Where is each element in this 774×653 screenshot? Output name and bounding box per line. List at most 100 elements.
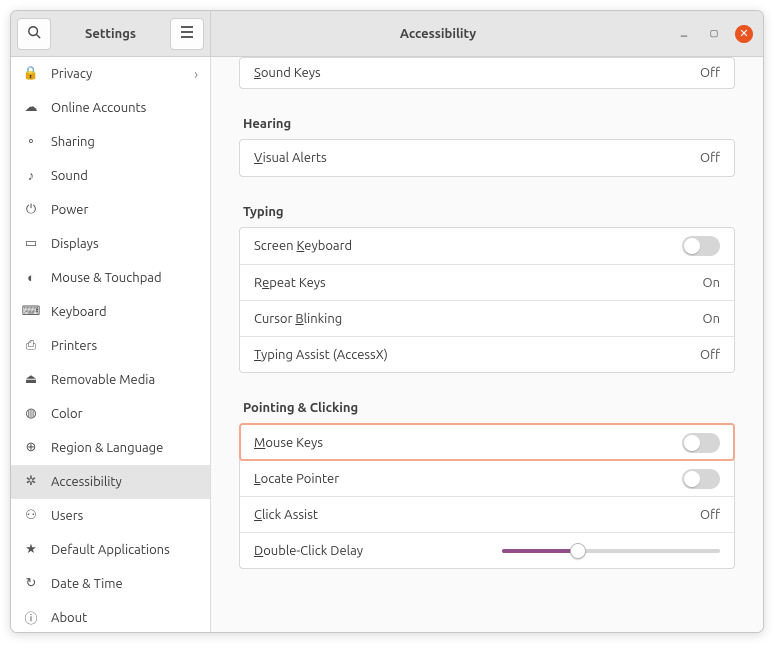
sidebar-item-label: Keyboard (51, 305, 198, 319)
app-title: Settings (57, 27, 164, 41)
sound-icon: ♪ (23, 168, 39, 184)
removable-icon: ⏏ (23, 372, 39, 388)
row-value: On (702, 276, 720, 290)
settings-row[interactable]: Screen Keyboard (240, 228, 734, 264)
sidebar-item-region-language[interactable]: ⊕Region & Language (11, 431, 210, 465)
sidebar-item-about[interactable]: ⓘ About (11, 601, 210, 632)
sidebar-item-keyboard[interactable]: ⌨ Keyboard (11, 295, 210, 329)
row-label: Sound Keys (254, 66, 700, 80)
sidebar-item-accessibility[interactable]: ✲Accessibility (11, 465, 210, 499)
sidebar-item-label: Printers (51, 339, 198, 353)
settings-group: Visual AlertsOff (239, 139, 735, 177)
sidebar-item-label: Sound (51, 169, 198, 183)
chevron-right-icon: › (194, 66, 198, 82)
close-icon: ✕ (739, 27, 748, 40)
settings-row[interactable]: Sound KeysOff (240, 58, 734, 88)
settings-row[interactable]: Click AssistOff (240, 496, 734, 532)
maximize-icon: ▢ (710, 28, 719, 39)
sidebar-item-default-applications[interactable]: ★ Default Applications (11, 533, 210, 567)
sidebar-item-label: Region & Language (51, 441, 198, 455)
row-value: Off (700, 348, 720, 362)
sidebar-item-label: Default Applications (51, 543, 198, 557)
sidebar-item-label: Mouse & Touchpad (51, 271, 198, 285)
row-label: Double-Click Delay (254, 544, 472, 558)
toggle-switch[interactable] (682, 236, 720, 256)
settings-row[interactable]: Double-Click Delay (240, 532, 734, 568)
displays-icon: ▭ (23, 236, 39, 252)
row-value: Off (700, 151, 720, 165)
minimize-button[interactable]: _ (675, 25, 693, 43)
sidebar-item-label: Accessibility (51, 475, 198, 489)
about-icon: ⓘ (23, 610, 39, 626)
sidebar-item-label: About (51, 611, 198, 625)
sidebar-item-printers[interactable]: ⎙ Printers (11, 329, 210, 363)
settings-row[interactable]: Mouse Keys (240, 424, 734, 460)
search-button[interactable] (17, 18, 51, 50)
row-value: Off (700, 508, 720, 522)
sidebar-item-label: Color (51, 407, 198, 421)
color-icon: ◍ (23, 406, 39, 422)
settings-window: Settings Accessibility _ ▢ ✕ 🔒Privacy›☁O… (10, 10, 764, 633)
sidebar-item-sharing[interactable]: ∘ Sharing (11, 125, 210, 159)
sidebar-item-label: Power (51, 203, 198, 217)
sidebar-item-date-time[interactable]: ↻ Date & Time (11, 567, 210, 601)
titlebar: Settings Accessibility _ ▢ ✕ (11, 11, 763, 57)
settings-group: Sound KeysOff (239, 57, 735, 89)
titlebar-right: Accessibility _ ▢ ✕ (211, 11, 763, 56)
page-title: Accessibility (211, 27, 665, 41)
power-icon: ⏻ (23, 202, 39, 218)
date-icon: ↻ (23, 576, 39, 592)
sidebar-item-online-accounts[interactable]: ☁Online Accounts (11, 91, 210, 125)
keyboard-icon: ⌨ (23, 304, 39, 320)
sidebar-item-sound[interactable]: ♪ Sound (11, 159, 210, 193)
window-controls: _ ▢ ✕ (665, 25, 763, 43)
toggle-switch[interactable] (682, 433, 720, 453)
slider-fill (502, 549, 578, 553)
sidebar-item-label: Date & Time (51, 577, 198, 591)
row-label: Screen Keyboard (254, 239, 682, 253)
sidebar-item-displays[interactable]: ▭ Displays (11, 227, 210, 261)
printers-icon: ⎙ (23, 338, 39, 354)
sidebar-item-label: Displays (51, 237, 198, 251)
settings-group: Screen KeyboardRepeat KeysOnCursor Blink… (239, 227, 735, 373)
search-icon (27, 25, 41, 42)
apps-icon: ★ (23, 542, 39, 558)
sidebar-item-removable-media[interactable]: ⏏Removable Media (11, 363, 210, 397)
section-title: Typing (243, 205, 735, 219)
settings-row[interactable]: Visual AlertsOff (240, 140, 734, 176)
minimize-icon: _ (681, 23, 687, 37)
hamburger-icon (180, 26, 194, 41)
toggle-switch[interactable] (682, 469, 720, 489)
content-area[interactable]: Sound KeysOffHearingVisual AlertsOffTypi… (211, 57, 763, 632)
row-label: Visual Alerts (254, 151, 700, 165)
slider[interactable] (502, 541, 720, 561)
sidebar-item-label: Users (51, 509, 198, 523)
settings-row[interactable]: Cursor BlinkingOn (240, 300, 734, 336)
lock-icon: 🔒 (23, 66, 39, 82)
users-icon: ⚇ (23, 508, 39, 524)
sidebar-item-color[interactable]: ◍ Color (11, 397, 210, 431)
sidebar-item-users[interactable]: ⚇ Users (11, 499, 210, 533)
maximize-button[interactable]: ▢ (705, 25, 723, 43)
row-label: Mouse Keys (254, 436, 682, 450)
sidebar-item-label: Privacy (51, 67, 182, 81)
sidebar-item-power[interactable]: ⏻ Power (11, 193, 210, 227)
section-title: Hearing (243, 117, 735, 131)
close-button[interactable]: ✕ (735, 25, 753, 43)
sidebar: 🔒 Privacy › ☁Online Accounts ∘ Sharing ♪ Sound ⏻… (11, 57, 211, 632)
settings-row[interactable]: Repeat KeysOn (240, 264, 734, 300)
settings-row[interactable]: Locate Pointer (240, 460, 734, 496)
hamburger-menu-button[interactable] (170, 18, 204, 50)
settings-row[interactable]: Typing Assist (AccessX)Off (240, 336, 734, 372)
mouse-icon: ◐ (23, 270, 39, 286)
row-value: Off (700, 66, 720, 80)
slider-track (502, 549, 720, 553)
sidebar-item-privacy[interactable]: 🔒 Privacy › (11, 57, 210, 91)
share-icon: ∘ (23, 134, 39, 150)
row-label: Click Assist (254, 508, 700, 522)
sidebar-item-label: Sharing (51, 135, 198, 149)
row-label: Cursor Blinking (254, 312, 702, 326)
sidebar-item-mouse-touchpad[interactable]: ◐ Mouse & Touchpad (11, 261, 210, 295)
cloud-icon: ☁ (23, 100, 39, 116)
slider-thumb[interactable] (570, 543, 586, 559)
